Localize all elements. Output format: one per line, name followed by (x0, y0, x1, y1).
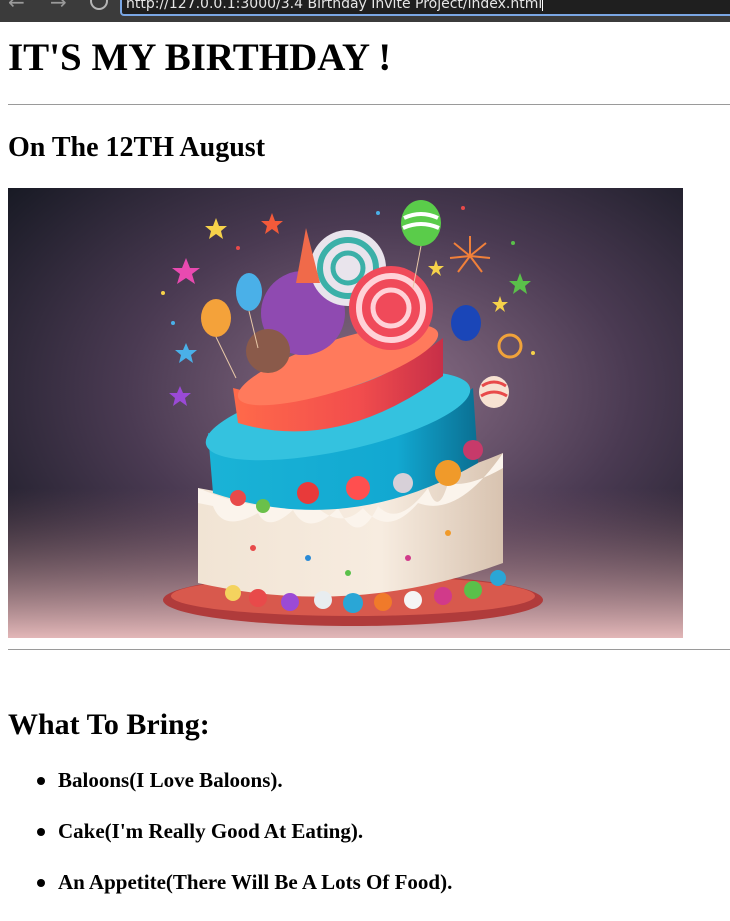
divider-top (8, 104, 730, 105)
browser-toolbar: ← → http://127.0.0.1:3000/3.4 Birthday I… (0, 0, 730, 22)
page-title: IT'S MY BIRTHDAY ! (8, 36, 392, 79)
date-heading: On The 12TH August (8, 132, 266, 163)
back-arrow-icon[interactable]: ← (8, 0, 25, 12)
list-item: Baloons(I Love Baloons). (37, 768, 730, 792)
page-body: IT'S MY BIRTHDAY ! On The 12TH August Wh… (8, 22, 730, 921)
address-bar[interactable]: http://127.0.0.1:3000/3.4 Birthday Invit… (120, 0, 730, 16)
list-item: An Appetite(There Will Be A Lots Of Food… (37, 870, 730, 894)
bring-list: Baloons(I Love Baloons). Cake(I'm Really… (8, 768, 730, 894)
list-item: Cake(I'm Really Good At Eating). (37, 819, 730, 843)
what-to-bring-heading: What To Bring: (8, 708, 210, 741)
text-caret (542, 0, 544, 11)
birthday-cake-image (8, 188, 683, 638)
reload-icon[interactable] (90, 0, 108, 10)
divider-bottom (8, 649, 730, 650)
forward-arrow-icon[interactable]: → (50, 0, 67, 12)
address-bar-url: http://127.0.0.1:3000/3.4 Birthday Invit… (126, 0, 543, 12)
